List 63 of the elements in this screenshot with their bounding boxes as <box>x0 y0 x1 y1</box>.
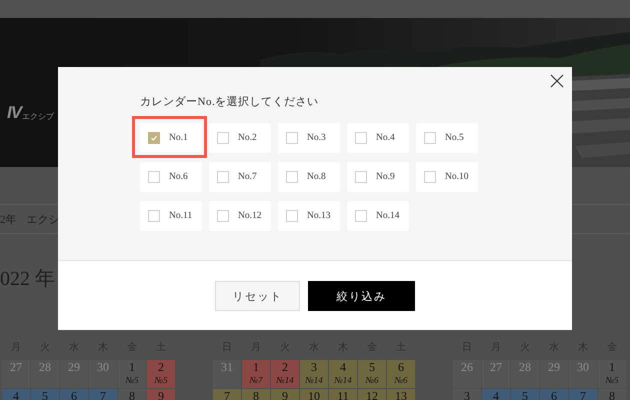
calendar-day[interactable]: 10 <box>300 389 328 400</box>
calendar-day[interactable]: 6 №6 <box>387 360 415 388</box>
calendar-day[interactable]: 9 <box>271 389 299 400</box>
dialog-title: カレンダーNo.を選択してください <box>140 95 320 110</box>
calendar-day[interactable]: 5 <box>31 389 59 400</box>
logo-text: IV <box>7 104 22 122</box>
calendar-day[interactable]: 6 <box>540 389 568 400</box>
calendar-day[interactable]: 4 <box>2 389 30 400</box>
calendar-option[interactable]: No.7 <box>209 162 271 192</box>
calendar-option[interactable]: No.12 <box>209 201 271 231</box>
checkbox[interactable] <box>148 132 160 144</box>
calendar-option[interactable]: No.4 <box>347 123 409 153</box>
calendar-option[interactable]: No.10 <box>416 162 478 192</box>
calendar-day[interactable]: 8 <box>598 389 626 400</box>
checkbox[interactable] <box>424 171 436 183</box>
calendar-day[interactable]: 11 <box>329 389 357 400</box>
filter-button[interactable]: 絞り込み <box>308 281 415 311</box>
calendar-option[interactable]: No.6 <box>140 162 202 192</box>
checkbox[interactable] <box>217 132 229 144</box>
checkbox[interactable] <box>217 171 229 183</box>
calendar-day[interactable]: 2 №5 <box>147 360 175 388</box>
calendar-option[interactable]: No.9 <box>347 162 409 192</box>
logo-subtext: エクシブ <box>22 112 54 122</box>
calendar-day[interactable]: 1 №5 <box>598 360 626 388</box>
calendar-day[interactable]: 3 №14 <box>300 360 328 388</box>
close-icon[interactable] <box>550 74 564 88</box>
calendar-option[interactable]: No.1 <box>140 123 202 153</box>
calendar-day[interactable]: 1 №7 <box>242 360 270 388</box>
checkbox[interactable] <box>286 171 298 183</box>
checkbox[interactable] <box>286 132 298 144</box>
checkbox[interactable] <box>148 171 160 183</box>
calendar-day[interactable]: 13 <box>387 389 415 400</box>
calendar-day[interactable]: 9 <box>147 389 175 400</box>
calendar-day[interactable]: 7 <box>213 389 241 400</box>
check-icon <box>149 133 159 143</box>
calendar-day[interactable]: 8 <box>242 389 270 400</box>
calendar-day[interactable]: 5 <box>511 389 539 400</box>
calendar-day[interactable]: 6 <box>60 389 88 400</box>
calendar-option[interactable]: No.5 <box>416 123 478 153</box>
calendar-option[interactable]: No.8 <box>278 162 340 192</box>
calendar-option[interactable]: No.3 <box>278 123 340 153</box>
calendar-option[interactable]: No.14 <box>347 201 409 231</box>
checkbox[interactable] <box>355 171 367 183</box>
calendar-day[interactable]: 12 <box>358 389 386 400</box>
checkbox[interactable] <box>217 210 229 222</box>
checkbox[interactable] <box>355 132 367 144</box>
calendar-day[interactable]: 2 №14 <box>271 360 299 388</box>
calendar-day[interactable]: 4 №14 <box>329 360 357 388</box>
checkbox[interactable] <box>424 132 436 144</box>
calendar-day[interactable]: 7 <box>569 389 597 400</box>
calendar-day[interactable]: 7 <box>89 389 117 400</box>
reset-button[interactable]: リセット <box>215 281 300 311</box>
calendar-day[interactable]: 8 <box>118 389 146 400</box>
calendar-day[interactable]: 4 <box>482 389 510 400</box>
checkbox[interactable] <box>286 210 298 222</box>
checkbox[interactable] <box>355 210 367 222</box>
calendar-option[interactable]: No.13 <box>278 201 340 231</box>
calendar-option[interactable]: No.11 <box>140 201 202 231</box>
calendar-day[interactable]: 5 №6 <box>358 360 386 388</box>
calendar-day[interactable]: 3 <box>453 389 481 400</box>
checkbox[interactable] <box>148 210 160 222</box>
calendar-option[interactable]: No.2 <box>209 123 271 153</box>
calendar-day[interactable]: 1 №5 <box>118 360 146 388</box>
